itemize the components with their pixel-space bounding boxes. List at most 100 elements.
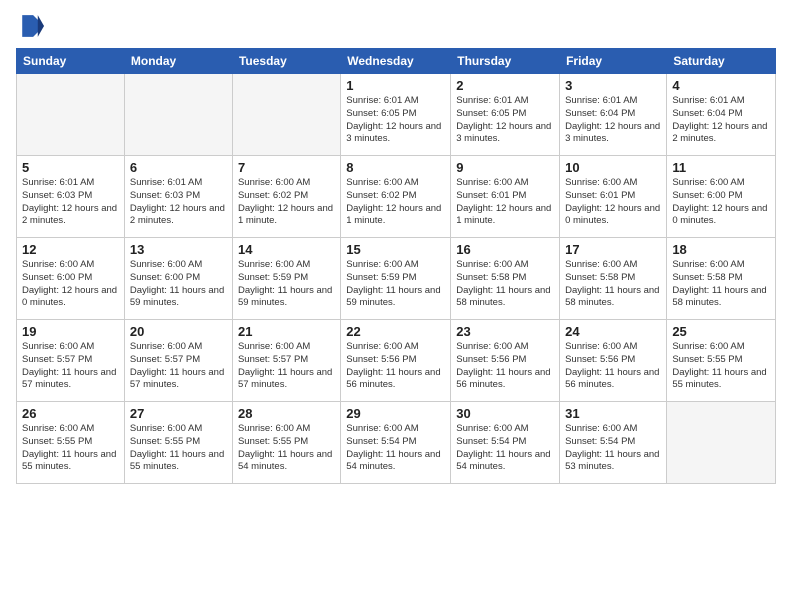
day-number: 10 (565, 160, 661, 175)
calendar-cell: 17 Sunrise: 6:00 AM Sunset: 5:58 PM Dayli… (560, 238, 667, 320)
day-info: Sunrise: 6:00 AM Sunset: 5:58 PM Dayligh… (456, 259, 554, 310)
day-number: 24 (565, 324, 661, 339)
calendar-cell: 12 Sunrise: 6:00 AM Sunset: 6:00 PM Dayli… (17, 238, 125, 320)
calendar-cell: 9 Sunrise: 6:00 AM Sunset: 6:01 PM Daylig… (451, 156, 560, 238)
day-number: 13 (130, 242, 227, 257)
calendar-day-header: Thursday (451, 49, 560, 74)
day-number: 17 (565, 242, 661, 257)
day-info: Sunrise: 6:00 AM Sunset: 5:55 PM Dayligh… (22, 423, 119, 474)
day-number: 14 (238, 242, 335, 257)
calendar-cell: 19Sunrise: 6:00 AM Sunset: 5:57 PM Dayli… (17, 320, 125, 402)
day-number: 15 (346, 242, 445, 257)
calendar-cell (124, 74, 232, 156)
calendar-week-row: 12 Sunrise: 6:00 AM Sunset: 6:00 PM Dayli… (17, 238, 776, 320)
calendar-week-row: 19Sunrise: 6:00 AM Sunset: 5:57 PM Dayli… (17, 320, 776, 402)
day-number: 26 (22, 406, 119, 421)
calendar-header-row: SundayMondayTuesdayWednesdayThursdayFrid… (17, 49, 776, 74)
day-number: 30 (456, 406, 554, 421)
day-number: 31 (565, 406, 661, 421)
logo (16, 12, 48, 40)
day-info: Sunrise: 6:01 AM Sunset: 6:03 PM Dayligh… (130, 177, 227, 228)
day-info: Sunrise: 6:00 AM Sunset: 5:54 PM Dayligh… (346, 423, 445, 474)
day-info: Sunrise: 6:00 AM Sunset: 5:57 PM Dayligh… (130, 341, 227, 392)
day-info: Sunrise: 6:00 AM Sunset: 5:58 PM Dayligh… (565, 259, 661, 310)
day-number: 8 (346, 160, 445, 175)
calendar-cell: 13 Sunrise: 6:00 AM Sunset: 6:00 PM Dayli… (124, 238, 232, 320)
day-info: Sunrise: 6:00 AM Sunset: 6:02 PM Dayligh… (346, 177, 445, 228)
day-info: Sunrise: 6:00 AM Sunset: 5:56 PM Dayligh… (346, 341, 445, 392)
day-info: Sunrise: 6:00 AM Sunset: 6:02 PM Dayligh… (238, 177, 335, 228)
day-info: Sunrise: 6:00 AM Sunset: 5:55 PM Dayligh… (238, 423, 335, 474)
day-info: Sunrise: 6:00 AM Sunset: 5:57 PM Dayligh… (22, 341, 119, 392)
calendar-cell: 3 Sunrise: 6:01 AM Sunset: 6:04 PM Daylig… (560, 74, 667, 156)
day-info: Sunrise: 6:00 AM Sunset: 6:00 PM Dayligh… (130, 259, 227, 310)
day-info: Sunrise: 6:00 AM Sunset: 5:55 PM Dayligh… (130, 423, 227, 474)
day-info: Sunrise: 6:01 AM Sunset: 6:05 PM Dayligh… (346, 95, 445, 146)
calendar-day-header: Saturday (667, 49, 776, 74)
day-info: Sunrise: 6:00 AM Sunset: 5:58 PM Dayligh… (672, 259, 770, 310)
day-info: Sunrise: 6:00 AM Sunset: 5:55 PM Dayligh… (672, 341, 770, 392)
calendar-cell: 6 Sunrise: 6:01 AM Sunset: 6:03 PM Daylig… (124, 156, 232, 238)
calendar-cell: 26 Sunrise: 6:00 AM Sunset: 5:55 PM Dayli… (17, 402, 125, 484)
day-info: Sunrise: 6:00 AM Sunset: 5:59 PM Dayligh… (346, 259, 445, 310)
day-info: Sunrise: 6:01 AM Sunset: 6:04 PM Dayligh… (672, 95, 770, 146)
day-number: 16 (456, 242, 554, 257)
day-info: Sunrise: 6:00 AM Sunset: 6:01 PM Dayligh… (565, 177, 661, 228)
day-info: Sunrise: 6:00 AM Sunset: 6:00 PM Dayligh… (672, 177, 770, 228)
day-info: Sunrise: 6:01 AM Sunset: 6:04 PM Dayligh… (565, 95, 661, 146)
day-number: 4 (672, 78, 770, 93)
calendar-cell: 5Sunrise: 6:01 AM Sunset: 6:03 PM Daylig… (17, 156, 125, 238)
calendar-week-row: 1 Sunrise: 6:01 AM Sunset: 6:05 PM Daylig… (17, 74, 776, 156)
day-info: Sunrise: 6:00 AM Sunset: 5:56 PM Dayligh… (456, 341, 554, 392)
calendar-cell: 23 Sunrise: 6:00 AM Sunset: 5:56 PM Dayli… (451, 320, 560, 402)
calendar-week-row: 26 Sunrise: 6:00 AM Sunset: 5:55 PM Dayli… (17, 402, 776, 484)
calendar-day-header: Tuesday (232, 49, 340, 74)
calendar-cell: 14 Sunrise: 6:00 AM Sunset: 5:59 PM Dayli… (232, 238, 340, 320)
calendar-cell (667, 402, 776, 484)
calendar-day-header: Monday (124, 49, 232, 74)
calendar-day-header: Wednesday (341, 49, 451, 74)
calendar-cell: 2 Sunrise: 6:01 AM Sunset: 6:05 PM Daylig… (451, 74, 560, 156)
day-info: Sunrise: 6:01 AM Sunset: 6:03 PM Dayligh… (22, 177, 119, 228)
day-number: 2 (456, 78, 554, 93)
day-number: 27 (130, 406, 227, 421)
calendar-day-header: Sunday (17, 49, 125, 74)
day-number: 7 (238, 160, 335, 175)
calendar-cell: 10 Sunrise: 6:00 AM Sunset: 6:01 PM Dayli… (560, 156, 667, 238)
day-info: Sunrise: 6:00 AM Sunset: 5:54 PM Dayligh… (456, 423, 554, 474)
calendar-cell: 20Sunrise: 6:00 AM Sunset: 5:57 PM Dayli… (124, 320, 232, 402)
calendar-cell: 30 Sunrise: 6:00 AM Sunset: 5:54 PM Dayli… (451, 402, 560, 484)
day-number: 29 (346, 406, 445, 421)
calendar-cell: 22Sunrise: 6:00 AM Sunset: 5:56 PM Dayli… (341, 320, 451, 402)
calendar-cell: 18 Sunrise: 6:00 AM Sunset: 5:58 PM Dayli… (667, 238, 776, 320)
calendar-cell (17, 74, 125, 156)
day-number: 9 (456, 160, 554, 175)
day-number: 6 (130, 160, 227, 175)
calendar-cell: 21Sunrise: 6:00 AM Sunset: 5:57 PM Dayli… (232, 320, 340, 402)
day-number: 11 (672, 160, 770, 175)
day-number: 12 (22, 242, 119, 257)
calendar-cell: 15 Sunrise: 6:00 AM Sunset: 5:59 PM Dayli… (341, 238, 451, 320)
calendar-cell: 27 Sunrise: 6:00 AM Sunset: 5:55 PM Dayli… (124, 402, 232, 484)
day-number: 1 (346, 78, 445, 93)
day-info: Sunrise: 6:00 AM Sunset: 5:59 PM Dayligh… (238, 259, 335, 310)
calendar-cell (232, 74, 340, 156)
calendar-cell: 25Sunrise: 6:00 AM Sunset: 5:55 PM Dayli… (667, 320, 776, 402)
day-info: Sunrise: 6:00 AM Sunset: 6:01 PM Dayligh… (456, 177, 554, 228)
day-number: 23 (456, 324, 554, 339)
calendar-week-row: 5Sunrise: 6:01 AM Sunset: 6:03 PM Daylig… (17, 156, 776, 238)
day-number: 18 (672, 242, 770, 257)
day-number: 3 (565, 78, 661, 93)
logo-icon (16, 12, 44, 40)
page: SundayMondayTuesdayWednesdayThursdayFrid… (0, 0, 792, 612)
calendar-day-header: Friday (560, 49, 667, 74)
calendar-cell: 31 Sunrise: 6:00 AM Sunset: 5:54 PM Dayli… (560, 402, 667, 484)
calendar-cell: 1 Sunrise: 6:01 AM Sunset: 6:05 PM Daylig… (341, 74, 451, 156)
calendar-cell: 4 Sunrise: 6:01 AM Sunset: 6:04 PM Daylig… (667, 74, 776, 156)
day-info: Sunrise: 6:00 AM Sunset: 5:57 PM Dayligh… (238, 341, 335, 392)
day-info: Sunrise: 6:00 AM Sunset: 5:54 PM Dayligh… (565, 423, 661, 474)
day-number: 28 (238, 406, 335, 421)
day-info: Sunrise: 6:01 AM Sunset: 6:05 PM Dayligh… (456, 95, 554, 146)
day-info: Sunrise: 6:00 AM Sunset: 6:00 PM Dayligh… (22, 259, 119, 310)
day-info: Sunrise: 6:00 AM Sunset: 5:56 PM Dayligh… (565, 341, 661, 392)
